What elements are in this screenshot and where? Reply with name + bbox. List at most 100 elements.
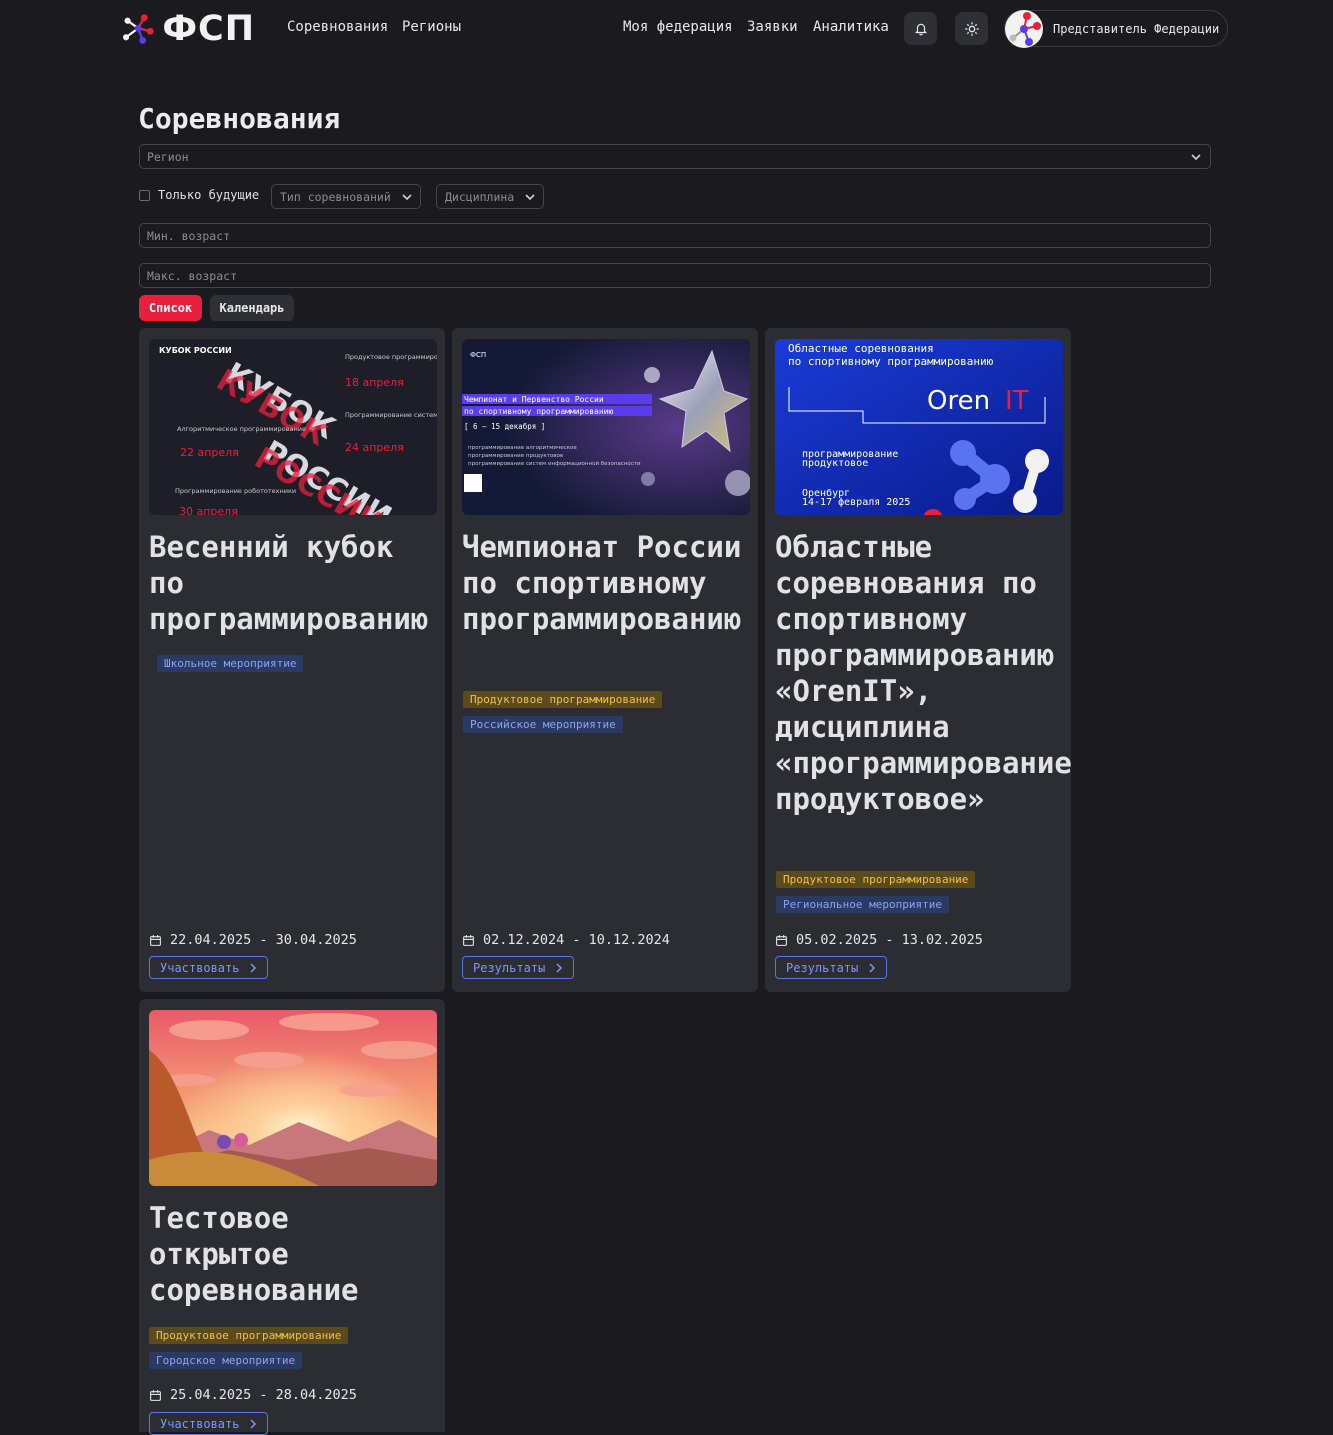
date-range-text: 25.04.2025 - 28.04.2025 xyxy=(170,1387,357,1403)
participate-button-label: Участвовать xyxy=(160,960,240,975)
poster-brand: КУБОК РОССИИ xyxy=(159,346,232,355)
nav-regions[interactable]: Регионы xyxy=(402,19,461,35)
competition-title: Областные соревнования по спортивному пр… xyxy=(775,530,1072,816)
chevron-down-icon xyxy=(525,194,535,201)
participate-button-label: Участвовать xyxy=(160,1416,240,1431)
date-range: 02.12.2024 - 10.12.2024 xyxy=(462,932,670,948)
user-menu[interactable]: Представитель Федерации xyxy=(1004,10,1228,48)
results-button[interactable]: Результаты xyxy=(775,956,888,979)
competition-image: ФСП Чемпионат и Первенство России по спо… xyxy=(462,339,750,515)
nav-my-federation[interactable]: Моя федерация xyxy=(623,19,733,35)
date-range-text: 22.04.2025 - 30.04.2025 xyxy=(170,932,357,948)
poster-d3: программирование систем информационной б… xyxy=(468,460,641,467)
chevron-right-icon xyxy=(869,962,876,973)
notifications-button[interactable] xyxy=(904,12,937,45)
region-select[interactable]: Регион xyxy=(139,144,1211,169)
poster-item4: Программирование робототехники xyxy=(175,487,296,495)
calendar-view-button[interactable]: Календарь xyxy=(210,295,294,321)
discipline-tag: Продуктовое программирование xyxy=(776,871,976,888)
poster-disc2: продуктовое xyxy=(802,458,868,469)
min-age-placeholder: Мин. возраст xyxy=(147,229,231,243)
poster-d2: программирование продуктовое xyxy=(468,453,564,459)
poster-item1: Продуктовое программирование xyxy=(345,353,437,361)
molecule-logo-icon xyxy=(123,14,154,44)
poster-line1: Чемпионат и Первенство России xyxy=(464,395,604,404)
poster-date4: 30 апреля xyxy=(179,505,238,515)
competition-image: Областные соревнования по спортивному пр… xyxy=(775,339,1063,515)
chevron-right-icon xyxy=(556,962,563,973)
poster-brand-a: Oren xyxy=(927,386,990,416)
competition-image: КУБОК РОССИИ КУБОК КУБОК РОССИИ РОССИИ П… xyxy=(149,339,437,515)
poster-d1: программирование алгоритмическое xyxy=(468,445,577,451)
results-button-label: Результаты xyxy=(786,960,859,975)
orenit-poster-image: Областные соревнования по спортивному пр… xyxy=(775,339,1063,515)
fsp-logo[interactable]: ФСП xyxy=(120,6,255,52)
competition-card[interactable]: КУБОК РОССИИ КУБОК КУБОК РОССИИ РОССИИ П… xyxy=(139,328,445,992)
region-select-placeholder: Регион xyxy=(147,150,189,164)
poster-line2: по спортивному программированию xyxy=(464,407,613,416)
date-range-text: 02.12.2024 - 10.12.2024 xyxy=(483,932,670,948)
chevron-down-icon xyxy=(1191,154,1201,161)
avatar xyxy=(1005,10,1043,48)
calendar-icon xyxy=(150,1389,161,1401)
championship-poster-image: ФСП Чемпионат и Первенство России по спо… xyxy=(462,339,750,515)
competition-image xyxy=(149,1010,437,1186)
competition-title: Чемпионат России по спортивному программ… xyxy=(462,530,742,636)
sun-icon xyxy=(964,21,979,36)
competition-card[interactable]: Областные соревнования по спортивному пр… xyxy=(765,328,1072,992)
calendar-icon xyxy=(776,934,787,946)
competition-title: Тестовое открытое соревнование xyxy=(149,1201,359,1307)
avatar-molecule-icon xyxy=(1009,12,1041,46)
min-age-input[interactable]: Мин. возраст xyxy=(139,223,1211,248)
date-range: 25.04.2025 - 28.04.2025 xyxy=(149,1387,357,1403)
chevron-right-icon xyxy=(250,962,257,973)
user-name: Представитель Федерации xyxy=(1053,22,1220,36)
event-level-tag: Школьное мероприятие xyxy=(157,655,304,672)
discipline-label: Дисциплина xyxy=(445,190,515,204)
poster-heading1: Областные соревнования xyxy=(788,342,934,355)
poster-item3: Алгоритмическое программирование xyxy=(177,425,306,433)
nav-analytics[interactable]: Аналитика xyxy=(813,19,889,35)
event-level-tag: Региональное мероприятие xyxy=(776,896,949,913)
only-future-label: Только будущие xyxy=(158,188,260,202)
svg-text:ФСП: ФСП xyxy=(470,351,486,359)
page-title: Соревнования xyxy=(138,102,341,135)
competition-card[interactable]: Тестовое открытое соревнование Продуктов… xyxy=(139,999,445,1435)
date-range-text: 05.02.2025 - 13.02.2025 xyxy=(796,932,983,948)
poster-date1: 18 апреля xyxy=(345,376,404,389)
competition-card[interactable]: ФСП Чемпионат и Первенство России по спо… xyxy=(452,328,758,992)
event-level-tag: Городское мероприятие xyxy=(149,1352,303,1369)
calendar-icon xyxy=(150,934,161,946)
results-button[interactable]: Результаты xyxy=(462,956,575,979)
poster-item2: Программирование систем информационной б… xyxy=(345,411,437,419)
max-age-placeholder: Макс. возраст xyxy=(147,269,238,283)
calendar-icon xyxy=(463,934,474,946)
nav-applications[interactable]: Заявки xyxy=(747,19,798,35)
date-range: 05.02.2025 - 13.02.2025 xyxy=(775,932,983,948)
date-range: 22.04.2025 - 30.04.2025 xyxy=(149,932,357,948)
poster-dates: 14-17 февраля 2025 xyxy=(802,496,910,508)
poster-date2: 24 апреля xyxy=(345,441,404,454)
list-view-button[interactable]: Список xyxy=(139,295,202,321)
competition-type-label: Тип соревнований xyxy=(280,190,391,204)
discipline-tag: Продуктовое программирование xyxy=(149,1327,349,1344)
top-navbar: ФСП Соревнования Регионы Моя федерация З… xyxy=(0,0,1333,58)
chevron-down-icon xyxy=(402,194,412,201)
poster-brand-b: IT xyxy=(1005,386,1029,416)
poster-dates: [ 6 – 15 декабря ] xyxy=(464,422,545,431)
sunset-landscape-image xyxy=(149,1010,437,1186)
logo-text: ФСП xyxy=(162,9,255,49)
max-age-input[interactable]: Макс. возраст xyxy=(139,263,1211,288)
competition-title: Весенний кубок по программированию xyxy=(149,530,429,636)
kubok-poster-image: КУБОК РОССИИ КУБОК КУБОК РОССИИ РОССИИ П… xyxy=(149,339,437,515)
nav-competitions[interactable]: Соревнования xyxy=(287,19,388,35)
event-level-tag: Российское мероприятие xyxy=(463,716,623,733)
discipline-dropdown[interactable]: Дисциплина xyxy=(436,184,544,209)
participate-button[interactable]: Участвовать xyxy=(149,956,269,979)
poster-date3: 22 апреля xyxy=(180,446,239,459)
results-button-label: Результаты xyxy=(473,960,546,975)
theme-toggle-button[interactable] xyxy=(955,12,988,45)
only-future-checkbox[interactable] xyxy=(139,190,150,201)
competition-type-dropdown[interactable]: Тип соревнований xyxy=(271,184,421,209)
poster-heading2: по спортивному программированию xyxy=(788,355,994,368)
